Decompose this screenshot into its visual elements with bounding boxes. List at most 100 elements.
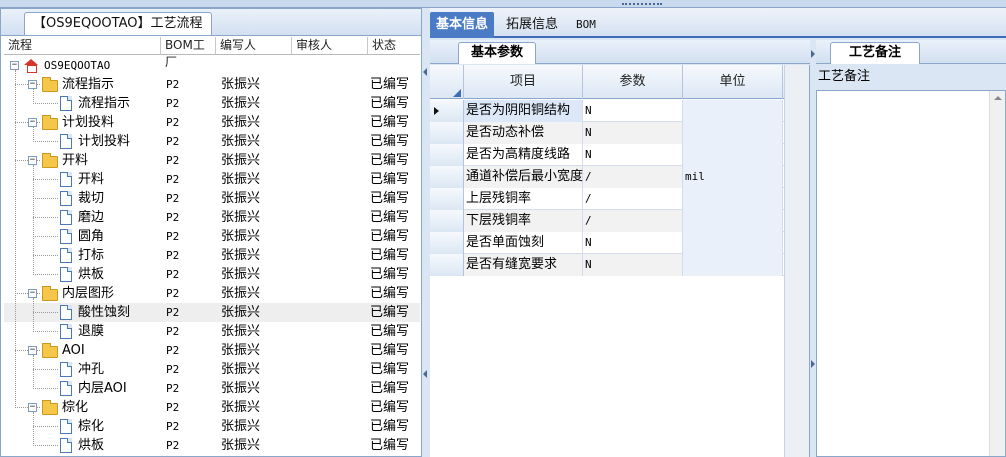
param-value-cell[interactable]: N — [583, 254, 683, 276]
status-cell: 已编写 — [370, 362, 410, 377]
param-unit-cell[interactable] — [683, 232, 783, 254]
left-splitter[interactable] — [422, 8, 430, 457]
param-unit-cell[interactable] — [683, 144, 783, 166]
param-value-cell[interactable]: N — [583, 100, 683, 122]
tree-row[interactable]: − 棕化 P2 张振兴 已编写 — [4, 398, 420, 417]
grid-scrollbar[interactable] — [784, 65, 809, 457]
tree-row[interactable]: 内层AOI P2 张振兴 已编写 — [4, 379, 420, 398]
col-header-flow[interactable]: 流程 — [4, 37, 161, 55]
tree-row[interactable]: 棕化 P2 张振兴 已编写 — [4, 417, 420, 436]
param-row[interactable]: 上层残铜率 / — [430, 188, 808, 210]
tab-basic-params[interactable]: 基本参数 — [458, 42, 537, 64]
param-value-cell[interactable]: / — [583, 166, 683, 188]
param-row[interactable]: 是否为阴阳铜结构 N — [430, 100, 808, 122]
collapse-toggle-icon[interactable]: − — [28, 156, 37, 165]
tree-row[interactable]: 开料 P2 张振兴 已编写 — [4, 170, 420, 189]
document-icon — [60, 191, 72, 206]
param-value-cell[interactable]: / — [583, 188, 683, 210]
drag-grip[interactable] — [622, 3, 662, 6]
row-indicator[interactable] — [430, 166, 464, 188]
tree-row[interactable]: − 内层图形 P2 张振兴 已编写 — [4, 284, 420, 303]
tree-node-label: 流程指示 — [62, 77, 115, 92]
col-header-status[interactable]: 状态 — [368, 37, 420, 55]
status-cell: 已编写 — [370, 115, 410, 130]
param-item-cell[interactable]: 通道补偿后最小宽度 — [464, 166, 583, 188]
tab-bom[interactable]: BOM — [570, 12, 602, 38]
row-indicator[interactable] — [430, 254, 464, 276]
param-row[interactable]: 是否单面蚀刻 N — [430, 232, 808, 254]
param-item-cell[interactable]: 上层残铜率 — [464, 188, 583, 210]
writer-cell: 张振兴 — [221, 134, 261, 149]
param-unit-cell[interactable] — [683, 100, 783, 122]
param-row[interactable]: 通道补偿后最小宽度 / mil — [430, 166, 808, 188]
row-indicator[interactable] — [430, 210, 464, 232]
param-unit-cell[interactable]: mil — [683, 166, 783, 188]
tab-basic-info[interactable]: 基本信息 — [430, 12, 494, 38]
tree-row[interactable]: 冲孔 P2 张振兴 已编写 — [4, 360, 420, 379]
col-header-value[interactable]: 参数 — [583, 65, 683, 99]
param-value-cell[interactable]: N — [583, 144, 683, 166]
param-item-cell[interactable]: 是否动态补偿 — [464, 122, 583, 144]
row-indicator[interactable] — [430, 100, 464, 122]
param-row[interactable]: 是否为高精度线路 N — [430, 144, 808, 166]
param-value-cell[interactable]: / — [583, 210, 683, 232]
param-value-cell[interactable]: N — [583, 232, 683, 254]
row-indicator[interactable] — [430, 232, 464, 254]
col-header-unit[interactable]: 单位 — [683, 65, 783, 99]
row-indicator[interactable] — [430, 188, 464, 210]
tree-row[interactable]: 圆角 P2 张振兴 已编写 — [4, 227, 420, 246]
tree-row[interactable]: 退膜 P2 张振兴 已编写 — [4, 322, 420, 341]
col-header-bom[interactable]: BOM工厂 — [161, 37, 216, 69]
grid-corner[interactable] — [430, 65, 464, 99]
tree-row[interactable]: 烘板 P2 张振兴 已编写 — [4, 265, 420, 284]
col-header-writer[interactable]: 编写人 — [216, 37, 292, 55]
tab-extended-info[interactable]: 拓展信息 — [500, 12, 564, 38]
param-unit-cell[interactable] — [683, 210, 783, 232]
document-icon — [60, 210, 72, 225]
row-indicator[interactable] — [430, 122, 464, 144]
col-header-reviewer[interactable]: 审核人 — [292, 37, 368, 55]
collapse-toggle-icon[interactable]: − — [28, 289, 37, 298]
param-row[interactable]: 是否有缝宽要求 N — [430, 254, 808, 276]
param-row[interactable]: 下层残铜率 / — [430, 210, 808, 232]
remarks-textarea[interactable] — [816, 90, 1006, 457]
param-row[interactable]: 是否动态补偿 N — [430, 122, 808, 144]
tree-row[interactable]: − AOI P2 张振兴 已编写 — [4, 341, 420, 360]
collapse-toggle-icon[interactable]: − — [28, 118, 37, 127]
tree-row[interactable]: − 流程指示 P2 张振兴 已编写 — [4, 75, 420, 94]
collapse-toggle-icon[interactable]: − — [28, 80, 37, 89]
param-item-cell[interactable]: 下层残铜率 — [464, 210, 583, 232]
collapse-toggle-icon[interactable]: − — [28, 346, 37, 355]
document-icon — [60, 267, 72, 282]
tree-row[interactable]: 打标 P2 张振兴 已编写 — [4, 246, 420, 265]
remarks-scrollbar[interactable] — [989, 91, 1005, 456]
tree-row[interactable]: 计划投料 P2 张振兴 已编写 — [4, 132, 420, 151]
tree-row[interactable]: 磨边 P2 张振兴 已编写 — [4, 208, 420, 227]
collapse-toggle-icon[interactable]: − — [10, 61, 19, 70]
param-item-cell[interactable]: 是否为高精度线路 — [464, 144, 583, 166]
param-item-cell[interactable]: 是否为阴阳铜结构 — [464, 100, 583, 122]
tree-row[interactable]: 酸性蚀刻 P2 张振兴 已编写 — [4, 303, 420, 322]
param-unit-cell[interactable] — [683, 254, 783, 276]
tree-row[interactable]: − 开料 P2 张振兴 已编写 — [4, 151, 420, 170]
param-item-cell[interactable]: 是否有缝宽要求 — [464, 254, 583, 276]
param-value-cell[interactable]: N — [583, 122, 683, 144]
collapse-toggle-icon[interactable]: − — [28, 403, 37, 412]
param-item-cell[interactable]: 是否单面蚀刻 — [464, 232, 583, 254]
tab-process-remarks[interactable]: 工艺备注 — [830, 42, 921, 64]
writer-cell: 张振兴 — [221, 172, 261, 187]
tree-row[interactable]: − 计划投料 P2 张振兴 已编写 — [4, 113, 420, 132]
writer-cell: 张振兴 — [221, 229, 261, 244]
param-unit-cell[interactable] — [683, 188, 783, 210]
tree-row[interactable]: − OS9EQOOTAO — [4, 56, 420, 75]
tab-process-flow[interactable]: 【OS9EQOOTAO】工艺流程 — [24, 12, 212, 35]
document-icon — [60, 324, 72, 339]
param-unit-cell[interactable] — [683, 122, 783, 144]
row-indicator[interactable] — [430, 144, 464, 166]
tree-row[interactable]: 裁切 P2 张振兴 已编写 — [4, 189, 420, 208]
tree-row[interactable]: 流程指示 P2 张振兴 已编写 — [4, 94, 420, 113]
tree-node-label: 裁切 — [78, 191, 105, 206]
col-header-item[interactable]: 项目 — [464, 65, 583, 99]
bom-factory-cell: P2 — [166, 325, 180, 338]
tree-row[interactable]: 烘板 P2 张振兴 已编写 — [4, 436, 420, 455]
